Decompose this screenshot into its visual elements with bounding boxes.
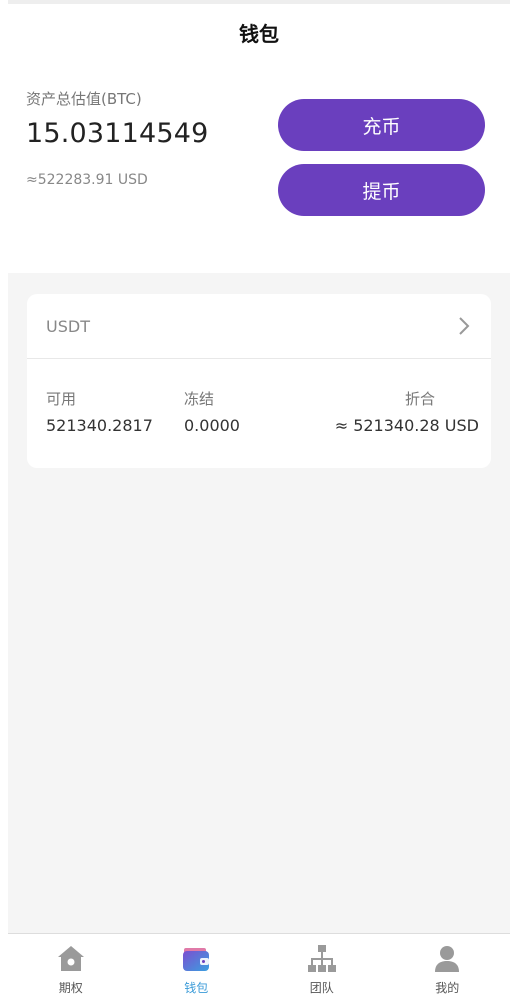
available-value: 521340.2817 <box>46 416 153 435</box>
frozen-value: 0.0000 <box>184 416 240 435</box>
status-strip <box>8 0 510 4</box>
team-hierarchy-icon <box>307 945 336 972</box>
home-icon <box>57 946 84 971</box>
coin-name: USDT <box>46 317 90 336</box>
deposit-button[interactable]: 充币 <box>278 99 485 151</box>
tab-options[interactable]: 期权 <box>8 934 134 997</box>
tab-label: 团队 <box>309 981 334 995</box>
page-title: 钱包 <box>239 22 279 46</box>
withdraw-button[interactable]: 提币 <box>278 164 485 216</box>
total-asset-label: 资产总估值(BTC) <box>26 90 142 108</box>
bottom-tab-bar: 期权 钱包 团队 我的 <box>8 933 510 997</box>
asset-card-header[interactable]: USDT <box>27 294 491 359</box>
wallet-summary-panel: 钱包 资产总估值(BTC) 15.03114549 ≈522283.91 USD… <box>8 0 510 273</box>
available-label: 可用 <box>46 390 77 408</box>
total-asset-btc-value: 15.03114549 <box>26 118 209 149</box>
converted-label: 折合 <box>404 390 435 408</box>
tab-team[interactable]: 团队 <box>259 934 385 997</box>
tab-label: 钱包 <box>184 981 209 995</box>
asset-card-usdt: USDT 可用 521340.2817 冻结 0.0000 折合 ≈ 52134… <box>27 294 491 468</box>
user-icon <box>435 946 460 972</box>
frozen-label: 冻结 <box>184 390 215 408</box>
wallet-icon <box>183 948 210 971</box>
tab-label: 我的 <box>435 981 460 995</box>
tab-label: 期权 <box>58 981 83 995</box>
converted-value: ≈ 521340.28 USD <box>334 416 479 435</box>
app-frame: 钱包 资产总估值(BTC) 15.03114549 ≈522283.91 USD… <box>8 0 510 997</box>
tab-wallet[interactable]: 钱包 <box>134 934 260 997</box>
tab-profile[interactable]: 我的 <box>385 934 510 997</box>
total-asset-usd-value: ≈522283.91 USD <box>26 172 148 188</box>
chevron-right-icon <box>459 317 470 335</box>
